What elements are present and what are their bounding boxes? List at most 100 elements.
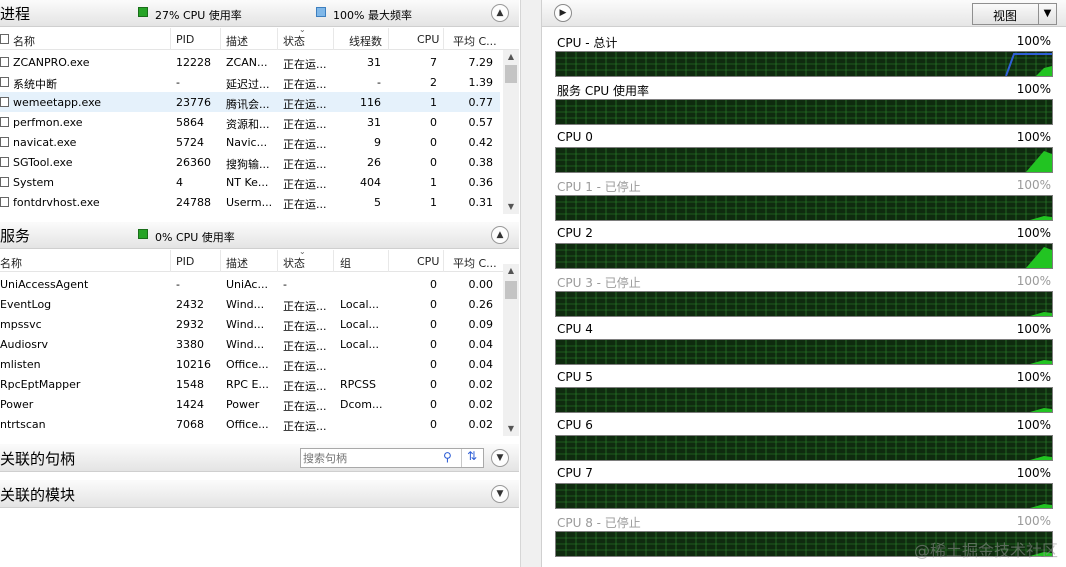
modules-expand-button[interactable]: ▼ — [491, 485, 509, 503]
table-row[interactable]: ntrtscan 7068 Office... 正在运... 0 0.02 — [0, 414, 500, 434]
column-cpu[interactable]: CPU — [417, 255, 439, 268]
table-row[interactable]: UniAccessAgent - UniAc... - 0 0.00 — [0, 274, 500, 294]
table-row[interactable]: mlisten 10216 Office... 正在运... 0 0.04 — [0, 354, 500, 374]
cell-threads: 116 — [360, 96, 381, 109]
cell-pid: 5724 — [176, 136, 204, 149]
services-collapse-button[interactable]: ▲ — [491, 226, 509, 244]
row-checkbox[interactable] — [0, 137, 9, 147]
row-checkbox[interactable] — [0, 177, 9, 187]
cell-avg-cpu: 0.02 — [468, 378, 494, 391]
services-scrollbar[interactable]: ▲ ▼ — [503, 264, 519, 436]
column-status[interactable]: 状态 — [283, 255, 305, 271]
handles-search-input[interactable] — [303, 451, 438, 465]
column-avg-cpu[interactable]: 平均 C... — [453, 255, 497, 271]
processes-column-header: 名称 PID 描述 状态 ⌄ 线程数 CPU 平均 C... — [0, 28, 519, 50]
column-description[interactable]: 描述 — [226, 255, 248, 271]
search-icon[interactable]: ⚲ — [443, 450, 452, 464]
cell-status: 正在运... — [283, 400, 327, 413]
cell-threads: 404 — [360, 176, 381, 189]
processes-title: 进程 — [0, 5, 31, 23]
cell-cpu: 1 — [430, 96, 437, 109]
sort-indicator-icon: ⌄ — [299, 250, 306, 256]
processes-header[interactable]: 进程 27% CPU 使用率 100% 最大频率 ▲ — [0, 0, 519, 27]
row-checkbox[interactable] — [0, 57, 9, 67]
table-row[interactable]: mpssvc 2932 Wind... 正在运... Local... 0 0.09 — [0, 314, 500, 334]
row-checkbox[interactable] — [0, 117, 9, 127]
scroll-down-icon[interactable]: ▼ — [503, 422, 519, 436]
table-row[interactable]: System 4 NT Ke... 正在运... 404 1 0.36 — [0, 172, 500, 192]
cell-name: ntrtscan — [0, 418, 46, 431]
scrollbar-thumb[interactable] — [505, 65, 517, 83]
scrollbar-thumb[interactable] — [505, 281, 517, 299]
cell-avg-cpu: 0.77 — [468, 96, 494, 109]
cell-name: Power — [0, 398, 34, 411]
cell-name: Audiosrv — [0, 338, 49, 351]
column-pid[interactable]: PID — [176, 33, 194, 46]
view-dropdown-button[interactable]: 视图 ▼ — [972, 3, 1057, 25]
row-checkbox[interactable] — [0, 197, 9, 207]
cell-description: Office... — [226, 418, 269, 431]
cell-description: Wind... — [226, 318, 265, 331]
table-row[interactable]: wemeetapp.exe 23776 腾讯会... 正在运... 116 1 0.77 — [0, 92, 500, 112]
column-description[interactable]: 描述 — [226, 33, 248, 49]
cpu-graph-label: CPU 5 — [557, 370, 593, 384]
handles-expand-button[interactable]: ▼ — [491, 449, 509, 467]
modules-header[interactable]: 关联的模块 ▼ — [0, 480, 519, 508]
dropdown-arrow-icon[interactable]: ▼ — [1038, 4, 1056, 24]
table-row[interactable]: navicat.exe 5724 Navic... 正在运... 9 0 0.42 — [0, 132, 500, 152]
cpu-usage-area — [1030, 312, 1052, 316]
row-checkbox[interactable] — [0, 77, 9, 87]
table-row[interactable]: EventLog 2432 Wind... 正在运... Local... 0 0.26 — [0, 294, 500, 314]
table-row[interactable]: ZCANPRO.exe 12228 ZCAN... 正在运... 31 7 7.29 — [0, 52, 500, 72]
cell-avg-cpu: 0.00 — [468, 278, 494, 291]
services-header[interactable]: 服务 0% CPU 使用率 ▲ — [0, 222, 519, 249]
cpu-graph-label: CPU 3 - 已停止 — [557, 276, 641, 290]
cpu-usage-area — [1036, 66, 1052, 76]
cell-group: Local... — [340, 338, 379, 351]
column-threads[interactable]: 线程数 — [349, 33, 382, 49]
cpu-graph-max-percent: 100% — [1016, 226, 1051, 240]
cpu-graph-max-percent: 100% — [1016, 34, 1051, 48]
cell-status: 正在运... — [283, 158, 327, 171]
table-row[interactable]: fontdrvhost.exe 24788 Userm... 正在运... 5 1 0.31 — [0, 192, 500, 212]
scroll-up-icon[interactable]: ▲ — [503, 50, 519, 64]
processes-collapse-button[interactable]: ▲ — [491, 4, 509, 22]
table-row[interactable]: Power 1424 Power 正在运... Dcom... 0 0.02 — [0, 394, 500, 414]
cell-cpu: 0 — [430, 318, 437, 331]
scroll-down-icon[interactable]: ▼ — [503, 200, 519, 214]
handles-header[interactable]: 关联的句柄 ⚲ ⇅ ▼ — [0, 444, 519, 472]
cell-name: SGTool.exe — [13, 156, 73, 169]
panel-splitter[interactable] — [520, 0, 541, 567]
column-group[interactable]: 组 — [340, 255, 351, 271]
cpu-graph-max-percent: 100% — [1016, 514, 1051, 528]
row-checkbox[interactable] — [0, 157, 9, 167]
table-row[interactable]: Audiosrv 3380 Wind... 正在运... Local... 0 0.04 — [0, 334, 500, 354]
refresh-search-icon[interactable]: ⇅ — [461, 449, 482, 467]
table-row[interactable]: 系统中断 - 延迟过... 正在运... - 2 1.39 — [0, 72, 500, 92]
cell-pid: 24788 — [176, 196, 211, 209]
cell-pid: 7068 — [176, 418, 204, 431]
graphs-scroll-area[interactable] — [1055, 27, 1066, 567]
cpu-usage-area — [1030, 360, 1052, 364]
scroll-up-icon[interactable]: ▲ — [503, 264, 519, 278]
cell-avg-cpu: 1.39 — [468, 76, 494, 89]
cell-name: wemeetapp.exe — [13, 96, 102, 109]
cell-pid: 12228 — [176, 56, 211, 69]
column-pid[interactable]: PID — [176, 255, 194, 268]
collapse-panel-button[interactable]: ▶ — [554, 4, 572, 22]
select-all-checkbox[interactable] — [0, 34, 9, 44]
column-cpu[interactable]: CPU — [417, 33, 439, 46]
column-avg-cpu[interactable]: 平均 C... — [453, 33, 497, 49]
column-status[interactable]: 状态 — [283, 33, 305, 49]
cell-description: RPC E... — [226, 378, 269, 391]
cell-avg-cpu: 0.38 — [468, 156, 494, 169]
column-name[interactable]: 名称 — [0, 255, 22, 271]
cell-avg-cpu: 0.36 — [468, 176, 494, 189]
column-name[interactable]: 名称 — [13, 33, 35, 49]
row-checkbox[interactable] — [0, 97, 9, 107]
table-row[interactable]: SGTool.exe 26360 搜狗输... 正在运... 26 0 0.38 — [0, 152, 500, 172]
cell-name: mpssvc — [0, 318, 42, 331]
table-row[interactable]: RpcEptMapper 1548 RPC E... 正在运... RPCSS 0 0.02 — [0, 374, 500, 394]
processes-scrollbar[interactable]: ▲ ▼ — [503, 50, 519, 214]
table-row[interactable]: perfmon.exe 5864 资源和... 正在运... 31 0 0.57 — [0, 112, 500, 132]
